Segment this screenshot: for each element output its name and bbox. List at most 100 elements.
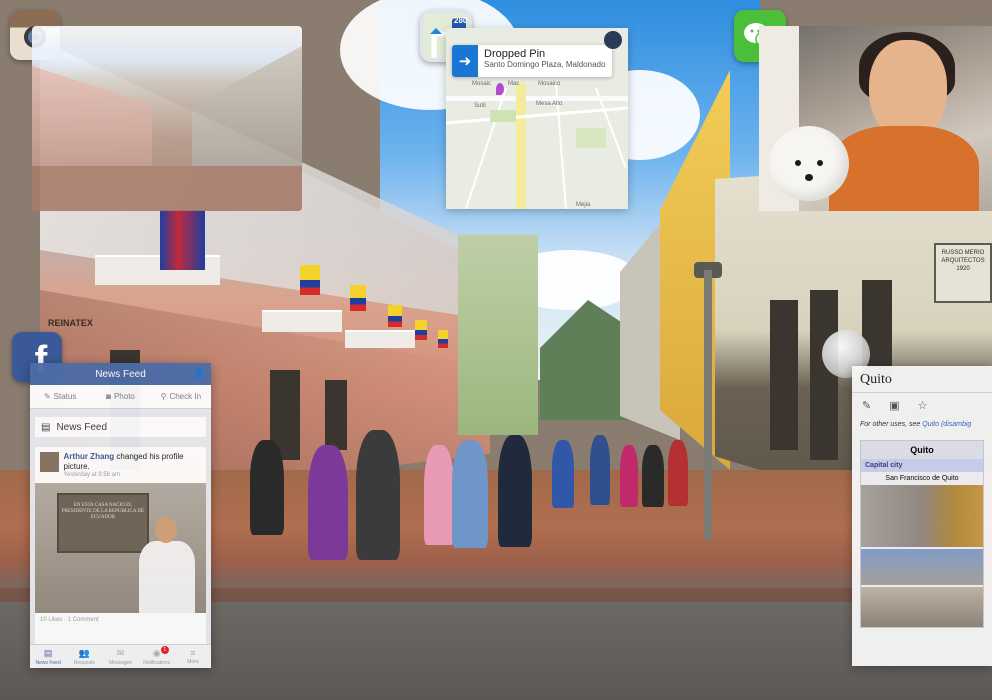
location-icon: ⚲ (160, 392, 167, 401)
save-page-icon[interactable]: ▣ (889, 399, 899, 412)
fb-header-title: News Feed (95, 368, 146, 380)
pedestrian (590, 435, 610, 505)
wiki-article-title: Quito (852, 366, 992, 393)
window (770, 300, 798, 450)
dog-eye (817, 160, 823, 166)
pedestrian (498, 435, 532, 547)
fb-checkin-button[interactable]: ⚲ Check In (151, 392, 211, 401)
tab-notifications[interactable]: ◉ 1 Notifications (139, 645, 175, 668)
tab-messages[interactable]: ✉ Messages (102, 645, 138, 668)
balcony (345, 330, 415, 348)
notification-badge: 1 (160, 646, 169, 654)
map-label: Mosaico (538, 81, 561, 87)
fb-photo-button[interactable]: ◙ Photo (90, 392, 150, 401)
messages-icon: ✉ (116, 647, 125, 658)
map-pin-icon[interactable] (496, 83, 504, 95)
map-label: Mejia (576, 202, 591, 208)
map-label: Mosaic (472, 81, 492, 87)
person-face (155, 517, 177, 543)
wikipedia-app-panel[interactable]: Quito ✎ ▣ ☆ For other uses, see Quito (d… (852, 366, 992, 666)
tab-label: Notifications (143, 659, 171, 666)
pedestrian (308, 445, 348, 560)
store-sign: RUSSO MERIO ARQUITECTOS 1920 (934, 243, 992, 303)
pedestrian (250, 440, 284, 535)
map-label: Mac (508, 81, 520, 87)
white-dog (769, 126, 849, 201)
far-building (458, 235, 538, 435)
pedestrian (552, 440, 574, 508)
pedestrian (620, 445, 638, 507)
fb-post-text: Arthur Zhang changed his profile picture… (64, 452, 201, 472)
wiki-disambiguation-link[interactable]: Quito (disambig (922, 421, 971, 428)
tab-more[interactable]: ≡ More (175, 645, 211, 668)
infobox-image-city[interactable] (861, 587, 983, 627)
person-body (139, 541, 195, 613)
hanging-banner (160, 210, 205, 270)
instagram-photo[interactable] (32, 26, 302, 211)
wechat-photo[interactable] (759, 26, 992, 211)
fb-section-title: News Feed (56, 421, 108, 433)
infobox-image-church[interactable] (861, 549, 983, 585)
wiki-toolbar: ✎ ▣ ☆ (852, 393, 992, 417)
tab-label: News Feed (35, 659, 61, 666)
wiki-hatnote-text: For other uses, see (860, 421, 923, 428)
person-face (869, 40, 947, 140)
wiki-hatnote: For other uses, see Quito (disambig (852, 417, 992, 432)
tab-label: Requests (73, 659, 95, 666)
facebook-app-panel[interactable]: News Feed 👤 ✎ Status ◙ Photo ⚲ Check In … (30, 363, 211, 668)
tab-requests[interactable]: 👥 Requests (66, 645, 102, 668)
pedestrian (668, 440, 688, 506)
infobox-subtitle: Capital city (861, 459, 983, 472)
shop-sign: REINATEX (48, 318, 93, 328)
fb-post[interactable]: Arthur Zhang changed his profile picture… (35, 447, 206, 668)
pedestrian (424, 445, 454, 545)
pin-subtitle: Santo Domingo Plaza, Maldonado,... (484, 60, 606, 69)
doorway (325, 380, 347, 450)
tab-label: Messages (109, 659, 132, 666)
fb-action-label: Check In (169, 392, 202, 401)
compass-icon[interactable] (604, 31, 622, 49)
fb-status-button[interactable]: ✎ Status (30, 392, 90, 401)
car-directions-icon[interactable]: ➜ (452, 45, 478, 77)
dropped-pin-callout[interactable]: ➜ Dropped Pin Santo Domingo Plaza, Maldo… (452, 45, 612, 77)
fb-news-feed-section[interactable]: ▤ News Feed (35, 417, 206, 437)
more-icon: ≡ (190, 648, 196, 658)
map-label: Mesa Alto (536, 101, 563, 107)
edit-icon[interactable]: ✎ (862, 399, 871, 412)
friend-requests-icon[interactable]: 👤 (194, 368, 205, 379)
infobox-caption: San Francisco de Quito (885, 475, 959, 482)
pedestrian (356, 430, 400, 560)
fb-post-photo[interactable]: EN ESTA CASA NACIO EL PRESIDENTE DE LA R… (35, 483, 206, 613)
fb-action-label: Status (53, 392, 77, 401)
camera-icon: ◙ (106, 392, 111, 401)
requests-icon: 👥 (78, 647, 90, 658)
notifications-icon: ◉ (152, 647, 161, 658)
person-body (829, 126, 979, 211)
ecuador-flag (300, 265, 320, 295)
ecuador-flag (438, 330, 448, 348)
fb-action-label: Photo (113, 392, 135, 401)
balcony (262, 310, 342, 332)
dog-nose (805, 174, 813, 181)
pencil-icon: ✎ (43, 392, 51, 401)
pedestrian (452, 440, 488, 548)
news-feed-icon: ▤ (43, 647, 53, 658)
infobox-title: Quito (861, 441, 983, 459)
star-icon[interactable]: ☆ (918, 399, 928, 412)
fb-composer-actions: ✎ Status ◙ Photo ⚲ Check In (30, 385, 211, 409)
fb-header: News Feed 👤 (30, 363, 211, 385)
map-label: Sutil (474, 103, 486, 109)
infobox-image-street[interactable] (861, 485, 983, 547)
ecuador-flag (350, 285, 366, 311)
tab-news-feed[interactable]: ▤ News Feed (30, 645, 66, 668)
ecuador-flag (415, 320, 427, 340)
highway-shield-label: 280 (454, 16, 468, 25)
fb-post-likes[interactable]: 10 Likes · 1 Comment (35, 613, 206, 627)
map-screenshot[interactable]: ➜ Dropped Pin Santo Domingo Plaza, Maldo… (446, 28, 628, 209)
commemorative-plaque: EN ESTA CASA NACIO EL PRESIDENTE DE LA R… (57, 493, 149, 553)
avatar[interactable] (40, 452, 59, 472)
fb-post-author[interactable]: Arthur Zhang (64, 452, 115, 461)
pin-title: Dropped Pin (484, 48, 546, 60)
photo-street (32, 166, 302, 211)
dog-eye (795, 160, 801, 166)
